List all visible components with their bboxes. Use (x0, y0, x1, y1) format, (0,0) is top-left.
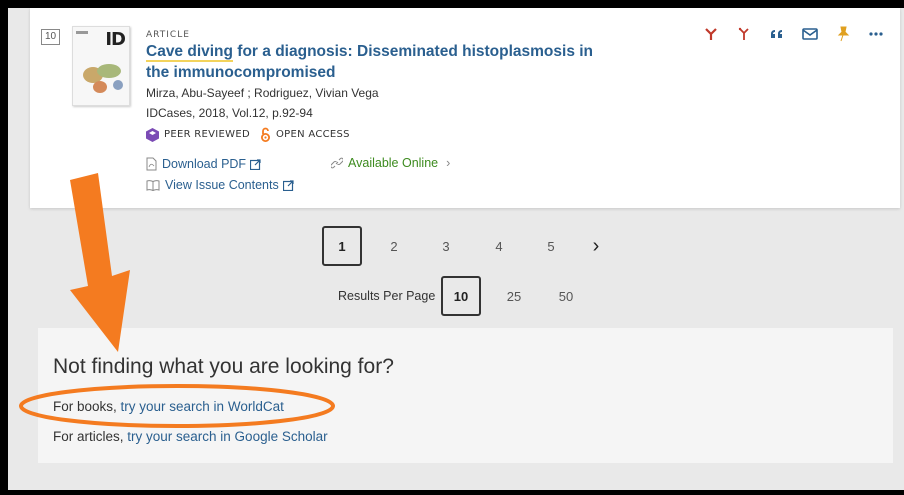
annotation-overlay (19, 173, 335, 428)
orange-ellipse-annotation (19, 384, 335, 428)
orange-arrow-annotation (70, 173, 130, 352)
results-page: 10 ID ARTICLE Cave diving for a diagnosi… (8, 8, 904, 490)
